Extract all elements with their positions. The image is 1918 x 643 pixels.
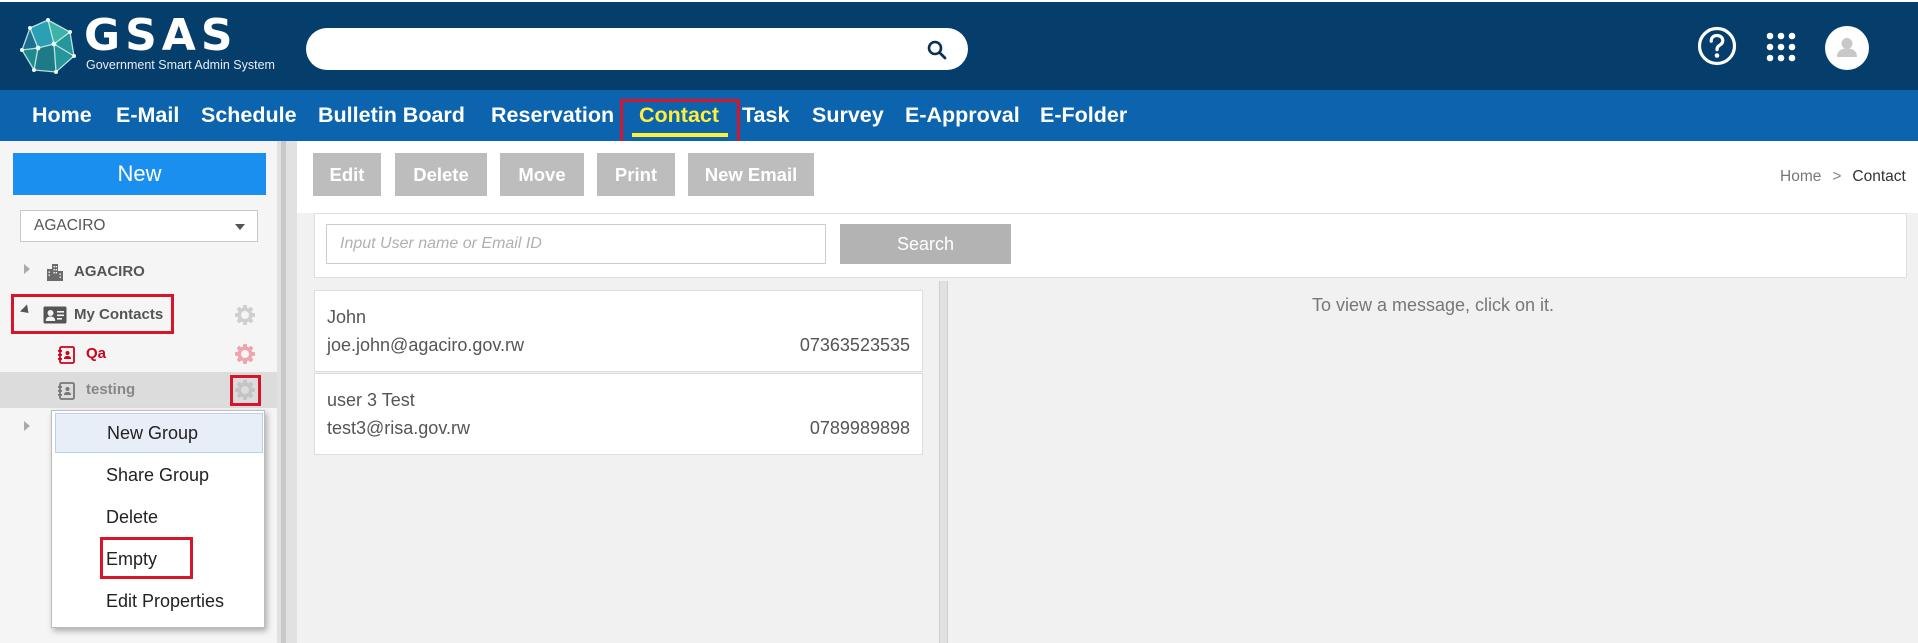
collapse-arrow-icon[interactable] — [19, 304, 33, 317]
tree-item-label: testing — [86, 381, 136, 398]
breadcrumb-separator: > — [1832, 168, 1842, 185]
pane-splitter[interactable] — [939, 281, 948, 643]
menu-item-empty[interactable]: Empty — [52, 539, 264, 579]
gear-icon[interactable] — [234, 304, 256, 326]
nav-active-underline — [632, 133, 728, 137]
nav-survey[interactable]: Survey — [812, 90, 884, 141]
menu-item-delete[interactable]: Delete — [52, 497, 264, 537]
contact-email: test3@risa.gov.rw — [327, 418, 470, 438]
expand-arrow-icon[interactable] — [24, 421, 30, 431]
group-context-menu: New Group Share Group Delete Empty Edit … — [51, 410, 265, 628]
logo-text: GSAS — [84, 10, 238, 61]
contact-search-button[interactable]: Search — [840, 224, 1011, 264]
organization-select[interactable]: AGACIRO — [20, 210, 258, 242]
address-book-icon — [58, 346, 75, 368]
nav-schedule[interactable]: Schedule — [201, 90, 297, 141]
detail-empty-message: To view a message, click on it. — [1311, 295, 1555, 315]
new-button[interactable]: New — [13, 153, 266, 195]
tree-item-agaciro[interactable]: AGACIRO — [0, 254, 277, 290]
nav-e-approval[interactable]: E-Approval — [905, 90, 1020, 141]
tree-item-qa[interactable]: Qa — [0, 336, 277, 372]
global-search-input[interactable] — [324, 36, 904, 62]
menu-item-new-group[interactable]: New Group — [55, 413, 263, 453]
tree-item-label: My Contacts — [74, 306, 164, 323]
nav-home[interactable]: Home — [32, 90, 92, 141]
breadcrumb: Home > Contact — [1780, 168, 1906, 186]
contact-email: joe.john@agaciro.gov.rw — [327, 335, 525, 355]
building-icon — [45, 262, 65, 286]
menu-item-edit-properties[interactable]: Edit Properties — [52, 581, 264, 621]
gear-icon[interactable] — [234, 379, 256, 401]
nav-task[interactable]: Task — [742, 90, 789, 141]
tree-item-label: AGACIRO — [74, 263, 145, 280]
user-avatar-icon[interactable] — [1825, 26, 1869, 70]
tree-item-testing[interactable]: testing — [0, 372, 277, 408]
print-button[interactable]: Print — [597, 153, 675, 196]
logo-subtitle: Government Smart Admin System — [86, 58, 275, 72]
tree-item-my-contacts[interactable]: My Contacts — [0, 297, 277, 333]
menu-item-share-group[interactable]: Share Group — [52, 455, 264, 495]
sidebar-splitter[interactable] — [277, 141, 297, 643]
contact-card-icon — [43, 306, 67, 328]
help-icon[interactable] — [1697, 26, 1737, 66]
contact-search-input[interactable] — [326, 224, 826, 264]
breadcrumb-current: Contact — [1852, 168, 1906, 185]
nav-reservation[interactable]: Reservation — [491, 90, 614, 141]
apps-grid-icon[interactable] — [1766, 32, 1796, 62]
search-icon[interactable] — [926, 39, 948, 61]
gear-icon[interactable] — [234, 343, 256, 365]
contact-name: John — [327, 307, 367, 327]
main-nav: Home E-Mail Schedule Bulletin Board Rese… — [0, 90, 1918, 141]
expand-arrow-icon[interactable] — [24, 264, 30, 274]
new-email-button[interactable]: New Email — [688, 153, 814, 196]
contact-list-item[interactable]: John joe.john@agaciro.gov.rw 07363523535 — [314, 290, 923, 372]
chevron-down-icon — [235, 224, 245, 230]
address-book-icon — [58, 382, 75, 404]
contact-name: user 3 Test — [327, 390, 415, 410]
top-header: GSAS Government Smart Admin System — [0, 2, 1918, 90]
organization-select-value: AGACIRO — [34, 217, 106, 234]
contact-list: John joe.john@agaciro.gov.rw 07363523535… — [314, 290, 923, 643]
contact-phone: 07363523535 — [799, 335, 910, 355]
tree-item-label: Qa — [86, 345, 107, 362]
move-button[interactable]: Move — [500, 153, 584, 196]
breadcrumb-home[interactable]: Home — [1780, 168, 1821, 185]
edit-button[interactable]: Edit — [313, 153, 381, 196]
gsas-logo-icon — [20, 18, 76, 74]
nav-e-folder[interactable]: E-Folder — [1040, 90, 1127, 141]
global-search — [306, 28, 968, 70]
nav-email[interactable]: E-Mail — [116, 90, 179, 141]
nav-bulletin-board[interactable]: Bulletin Board — [318, 90, 465, 141]
delete-button[interactable]: Delete — [395, 153, 487, 196]
contact-phone: 0789989898 — [809, 418, 910, 438]
contact-list-item[interactable]: user 3 Test test3@risa.gov.rw 0789989898 — [314, 373, 923, 455]
gsas-logo[interactable]: GSAS Government Smart Admin System — [20, 10, 278, 76]
